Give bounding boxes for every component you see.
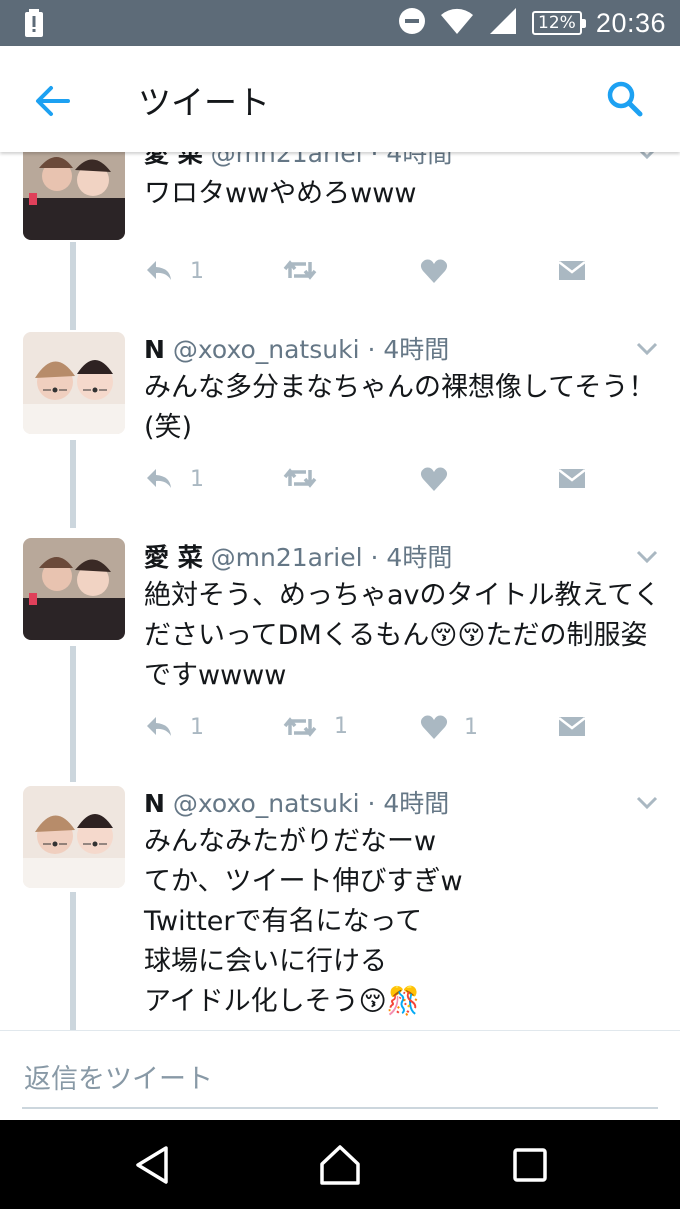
avatar[interactable] [23,332,125,434]
search-button[interactable] [604,78,646,120]
tweet-text: みんなみたがりだなーw てか、ツイート伸びすぎw Twitterで有名になって … [144,826,463,1017]
reply-button[interactable]: 1 [144,258,204,284]
reply-icon [147,717,171,736]
reply-count: 1 [190,258,204,284]
page-title: ツイート [138,83,270,122]
chevron-down-icon[interactable] [636,796,658,810]
heart-icon [420,715,448,739]
display-name[interactable]: 愛 菜 [144,152,203,168]
tweet[interactable]: N @xoxo_natsuki · 4時間 みんな多分まなちゃんの裸想像してそう… [0,330,680,540]
heart-icon [420,259,448,283]
timestamp: 4時間 [383,789,450,818]
wifi-icon [440,7,474,39]
tweet-thread[interactable]: 愛 菜 @mn21ariel · 4時間 ワロタwwやめろwww 1 N @xo… [0,152,680,1030]
app-bar: ツイート [0,46,680,152]
tweet[interactable]: 愛 菜 @mn21ariel · 4時間 ワロタwwやめろwww 1 [0,152,680,334]
do-not-disturb-icon [398,7,426,39]
retweet-button[interactable]: 1 [282,714,348,739]
battery-percent: 12% [538,13,576,33]
tweet[interactable]: N @xoxo_natsuki · 4時間 みんなみたがりだなーw てか、ツイー… [0,784,680,1030]
timestamp: 4時間 [383,335,450,364]
username[interactable]: @xoxo_natsuki [173,789,360,818]
square-recents-icon [513,1148,547,1182]
nav-home-button[interactable] [317,1142,363,1188]
tweet-actions: 1 1 1 [144,714,644,744]
clock: 20:36 [595,7,666,38]
tweet-text: みんな多分まなちゃんの裸想像してそう！(笑) [144,372,656,443]
like-button[interactable] [420,466,464,492]
retweet-icon [283,468,317,488]
reply-icon [147,469,171,488]
reply-underline [22,1107,658,1109]
reply-composer[interactable]: 返信をツイート [0,1030,680,1120]
chevron-down-icon[interactable] [636,152,658,160]
battery-icon: 12% [531,11,586,35]
username[interactable]: @mn21ariel [211,152,363,168]
like-button[interactable] [420,258,464,284]
retweet-icon [283,716,317,737]
reply-button[interactable]: 1 [144,466,204,492]
timestamp: 4時間 [386,543,453,572]
envelope-icon [558,717,586,736]
reply-count: 1 [190,466,204,492]
timestamp: 4時間 [386,152,453,168]
reply-button[interactable]: 1 [144,714,204,740]
nav-recents-button[interactable] [507,1142,553,1188]
username[interactable]: @mn21ariel [211,543,363,572]
system-nav-bar [0,1120,680,1209]
triangle-back-icon [136,1146,168,1184]
tweet-text: 絶対そう、めっちゃavのタイトル教えてくださいってDMくるもん😚😚ただの制服姿で… [144,580,661,691]
direct-message-button[interactable] [558,258,586,282]
status-bar: 12% 20:36 [0,0,680,46]
username[interactable]: @xoxo_natsuki [173,335,360,364]
arrow-left-icon [36,86,70,116]
signal-icon [488,7,518,39]
search-icon [607,81,643,117]
retweet-button[interactable] [282,466,334,490]
nav-back-button[interactable] [130,1142,176,1188]
envelope-icon [558,469,586,488]
reply-icon [147,261,171,280]
envelope-icon [558,261,586,280]
display-name[interactable]: N [144,335,165,364]
direct-message-button[interactable] [558,466,586,490]
chevron-down-icon[interactable] [636,550,658,564]
display-name[interactable]: N [144,789,165,818]
battery-alert-icon [24,9,44,41]
tweet-actions: 1 [144,466,644,496]
retweet-icon [283,260,317,280]
back-button[interactable] [30,78,76,124]
like-button[interactable]: 1 [420,714,478,740]
heart-icon [420,467,448,491]
avatar[interactable] [23,786,125,888]
tweet-actions: 1 [144,258,644,288]
retweet-button[interactable] [282,258,334,282]
reply-count: 1 [190,714,204,740]
display-name[interactable]: 愛 菜 [144,543,203,572]
screen: 12% 20:36 ツイート 愛 菜 @mn21ariel · 4時間 ワロタw… [0,0,680,1209]
like-count: 1 [464,714,478,740]
reply-input[interactable]: 返信をツイート [24,1057,213,1096]
avatar[interactable] [23,152,125,240]
direct-message-button[interactable] [558,714,586,738]
home-icon [320,1145,360,1185]
chevron-down-icon[interactable] [636,342,658,356]
tweet[interactable]: 愛 菜 @mn21ariel · 4時間 絶対そう、めっちゃavのタイトル教えて… [0,538,680,788]
retweet-count: 1 [334,714,348,739]
tweet-text: ワロタwwやめろwww [144,178,417,209]
avatar[interactable] [23,538,125,640]
